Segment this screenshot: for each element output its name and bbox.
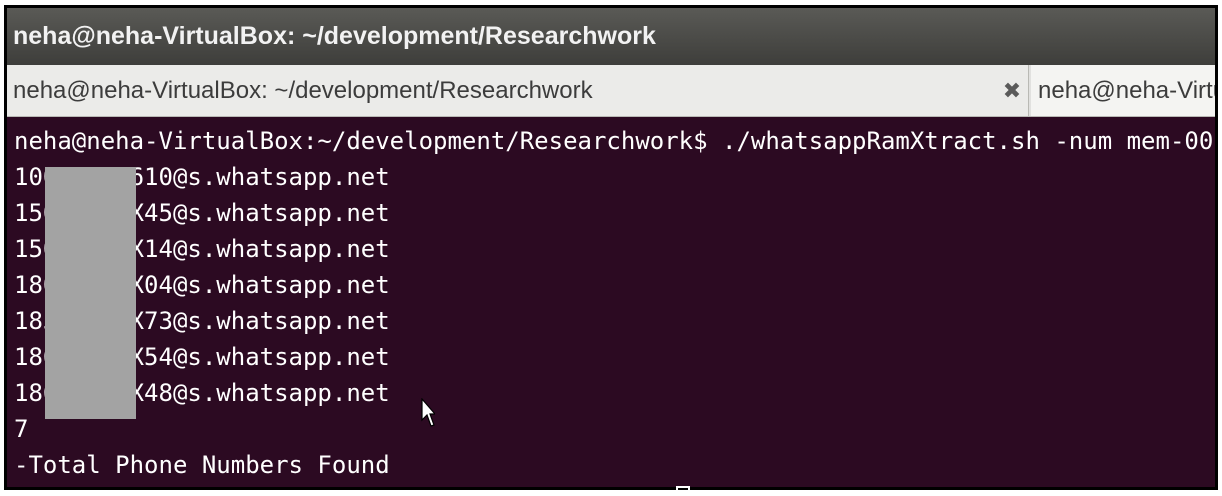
summary-line: -Total Phone Numbers Found: [14, 451, 390, 479]
tab-active[interactable]: neha@neha-VirtualBox: ~/development/Rese…: [7, 65, 1029, 116]
tab-label: neha@neha-VirtualBox: ~/development/Rese…: [1038, 77, 1215, 104]
window-title: neha@neha-VirtualBox: ~/development/Rese…: [13, 22, 656, 50]
tab-bar: neha@neha-VirtualBox: ~/development/Rese…: [7, 65, 1215, 117]
close-icon[interactable]: ✖: [1000, 65, 1024, 116]
redaction-box: [45, 167, 136, 419]
result-count: 7: [14, 415, 29, 443]
tab-inactive[interactable]: neha@neha-VirtualBox: ~/development/Rese…: [1031, 65, 1215, 116]
command-line: neha@neha-VirtualBox:~/development/Resea…: [14, 127, 1215, 155]
window-title-bar[interactable]: neha@neha-VirtualBox: ~/development/Rese…: [7, 8, 1215, 65]
terminal-output[interactable]: neha@neha-VirtualBox:~/development/Resea…: [7, 117, 1215, 487]
terminal-window: neha@neha-VirtualBox: ~/development/Rese…: [4, 5, 1218, 490]
mouse-pointer-icon: [421, 398, 435, 427]
tab-label: neha@neha-VirtualBox: ~/development/Rese…: [13, 77, 593, 104]
text-cursor-icon: [676, 486, 690, 496]
